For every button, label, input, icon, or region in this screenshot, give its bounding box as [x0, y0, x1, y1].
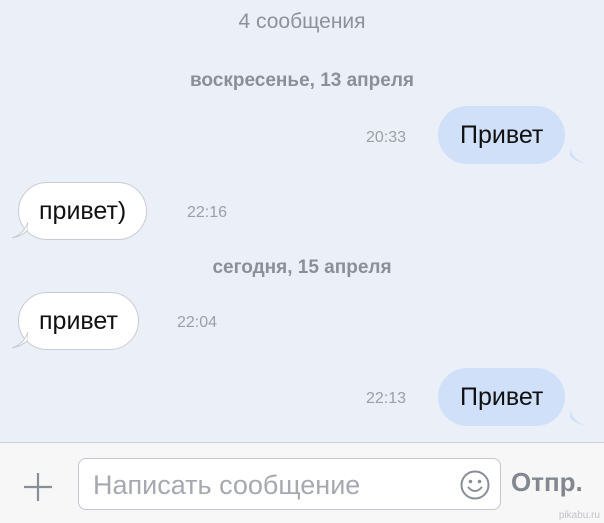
message-input[interactable] — [91, 465, 455, 505]
bubble-tail-icon — [570, 148, 586, 164]
incoming-message-bubble[interactable]: привет — [18, 292, 139, 350]
message-time: 22:16 — [187, 204, 228, 221]
message-text: Привет — [460, 383, 544, 411]
message-text: привет — [39, 307, 118, 335]
message-text: Привет — [460, 121, 544, 149]
message-count: 4 сообщения — [238, 10, 366, 33]
plus-icon[interactable] — [22, 471, 54, 503]
message-history[interactable]: 4 сообщения воскресенье, 13 апреля 20:33… — [0, 0, 604, 442]
message-input-box[interactable] — [78, 458, 501, 510]
watermark: pikabu.ru — [558, 510, 600, 521]
bubble-tail-icon — [570, 410, 586, 426]
send-button[interactable]: Отпр. — [511, 467, 583, 498]
date-separator: сегодня, 15 апреля — [212, 257, 392, 278]
incoming-message-bubble[interactable]: привет) — [18, 182, 148, 240]
message-time: 22:04 — [177, 314, 218, 331]
bubble-tail-icon — [11, 332, 28, 349]
message-time: 22:13 — [366, 390, 407, 407]
message-text: привет) — [39, 197, 127, 225]
message-composer: Отпр. pikabu.ru — [0, 442, 604, 523]
smiley-icon[interactable] — [459, 469, 491, 501]
bubble-tail-icon — [11, 222, 28, 239]
message-time: 20:33 — [366, 129, 407, 146]
outgoing-message-bubble[interactable]: Привет — [438, 106, 566, 164]
outgoing-message-bubble[interactable]: Привет — [438, 368, 566, 426]
date-separator: воскресенье, 13 апреля — [190, 70, 414, 91]
